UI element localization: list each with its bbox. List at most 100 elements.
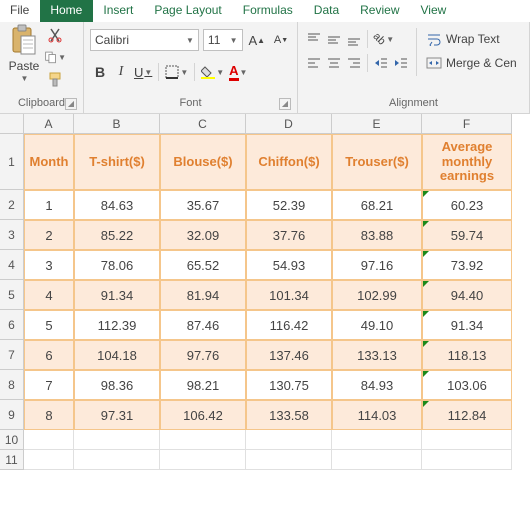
col-header-f[interactable]: F — [422, 114, 512, 134]
cell[interactable]: 91.34 — [422, 310, 512, 340]
col-header-c[interactable]: C — [160, 114, 246, 134]
chevron-down-icon[interactable]: ▼ — [21, 74, 29, 83]
align-middle-button[interactable] — [324, 28, 344, 50]
cell[interactable] — [24, 450, 74, 470]
merge-center-button[interactable]: Merge & Cen — [422, 52, 521, 74]
cell[interactable]: 101.34 — [246, 280, 332, 310]
cut-button[interactable] — [44, 24, 66, 46]
cell[interactable] — [160, 450, 246, 470]
row-header[interactable]: 6 — [0, 310, 24, 340]
cell[interactable]: 114.03 — [332, 400, 422, 430]
cell[interactable] — [422, 430, 512, 450]
align-top-button[interactable] — [304, 28, 324, 50]
tab-view[interactable]: View — [411, 0, 458, 22]
cell-header-month[interactable]: Month — [24, 134, 74, 190]
tab-pagelayout[interactable]: Page Layout — [144, 0, 232, 22]
tab-data[interactable]: Data — [304, 0, 350, 22]
cell-header-blouse[interactable]: Blouse($) — [160, 134, 246, 190]
cell[interactable]: 49.10 — [332, 310, 422, 340]
cell[interactable]: 116.42 — [246, 310, 332, 340]
cell[interactable]: 8 — [24, 400, 74, 430]
cell[interactable]: 103.06 — [422, 370, 512, 400]
cell[interactable] — [332, 430, 422, 450]
cell[interactable]: 98.36 — [74, 370, 160, 400]
format-painter-button[interactable] — [44, 68, 66, 90]
increase-indent-button[interactable] — [391, 52, 411, 74]
cell[interactable]: 4 — [24, 280, 74, 310]
cell-header-tshirt[interactable]: T-shirt($) — [74, 134, 160, 190]
cell-header-trouser[interactable]: Trouser($) — [332, 134, 422, 190]
cell[interactable]: 65.52 — [160, 250, 246, 280]
cell[interactable]: 37.76 — [246, 220, 332, 250]
cell[interactable]: 68.21 — [332, 190, 422, 220]
orientation-button[interactable]: ab▼ — [371, 28, 396, 50]
cell[interactable]: 85.22 — [74, 220, 160, 250]
cell[interactable]: 6 — [24, 340, 74, 370]
cell[interactable]: 59.74 — [422, 220, 512, 250]
row-header[interactable]: 11 — [0, 450, 24, 470]
col-header-a[interactable]: A — [24, 114, 74, 134]
row-header[interactable]: 9 — [0, 400, 24, 430]
font-name-select[interactable]: Calibri▼ — [90, 29, 199, 51]
tab-formulas[interactable]: Formulas — [233, 0, 304, 22]
select-all-corner[interactable] — [0, 114, 24, 134]
row-header[interactable]: 3 — [0, 220, 24, 250]
cell[interactable]: 81.94 — [160, 280, 246, 310]
cell[interactable]: 97.76 — [160, 340, 246, 370]
decrease-indent-button[interactable] — [371, 52, 391, 74]
row-header[interactable]: 1 — [0, 134, 24, 190]
cell[interactable]: 3 — [24, 250, 74, 280]
cell[interactable]: 1 — [24, 190, 74, 220]
cell[interactable]: 32.09 — [160, 220, 246, 250]
borders-button[interactable]: ▼ — [163, 61, 190, 83]
cell[interactable] — [422, 450, 512, 470]
cell[interactable]: 54.93 — [246, 250, 332, 280]
underline-button[interactable]: U▼ — [132, 61, 154, 83]
cell[interactable]: 118.13 — [422, 340, 512, 370]
cell[interactable]: 112.84 — [422, 400, 512, 430]
decrease-font-button[interactable]: A▼ — [271, 29, 291, 51]
tab-home[interactable]: Home — [40, 0, 93, 22]
cell[interactable]: 91.34 — [74, 280, 160, 310]
row-header[interactable]: 10 — [0, 430, 24, 450]
align-center-button[interactable] — [324, 52, 344, 74]
align-left-button[interactable] — [304, 52, 324, 74]
cell[interactable] — [332, 450, 422, 470]
cell[interactable]: 98.21 — [160, 370, 246, 400]
cell[interactable] — [74, 430, 160, 450]
cell[interactable]: 97.16 — [332, 250, 422, 280]
cell[interactable]: 94.40 — [422, 280, 512, 310]
cell[interactable]: 97.31 — [74, 400, 160, 430]
cell[interactable] — [160, 430, 246, 450]
cell[interactable]: 130.75 — [246, 370, 332, 400]
cell[interactable]: 78.06 — [74, 250, 160, 280]
copy-button[interactable]: ▼ — [44, 46, 66, 68]
font-size-select[interactable]: 11▼ — [203, 29, 243, 51]
fill-color-button[interactable]: ▼ — [199, 61, 226, 83]
font-launcher[interactable]: ◢ — [279, 98, 291, 110]
wrap-text-button[interactable]: Wrap Text — [422, 28, 521, 50]
cell[interactable]: 87.46 — [160, 310, 246, 340]
cell[interactable]: 84.63 — [74, 190, 160, 220]
row-header[interactable]: 5 — [0, 280, 24, 310]
cell[interactable]: 104.18 — [74, 340, 160, 370]
increase-font-button[interactable]: A▲ — [247, 29, 267, 51]
cell[interactable]: 52.39 — [246, 190, 332, 220]
cell[interactable] — [246, 430, 332, 450]
paste-button[interactable]: Paste ▼ — [6, 24, 42, 95]
row-header[interactable]: 7 — [0, 340, 24, 370]
cell[interactable] — [74, 450, 160, 470]
cell[interactable]: 84.93 — [332, 370, 422, 400]
bold-button[interactable]: B — [90, 61, 110, 83]
italic-button[interactable]: I — [111, 61, 131, 83]
cell[interactable]: 102.99 — [332, 280, 422, 310]
align-bottom-button[interactable] — [344, 28, 364, 50]
cell[interactable]: 5 — [24, 310, 74, 340]
cell[interactable]: 2 — [24, 220, 74, 250]
cell[interactable]: 106.42 — [160, 400, 246, 430]
row-header[interactable]: 8 — [0, 370, 24, 400]
cell-header-chiffon[interactable]: Chiffon($) — [246, 134, 332, 190]
cell[interactable] — [24, 430, 74, 450]
cell[interactable] — [246, 450, 332, 470]
cell[interactable]: 73.92 — [422, 250, 512, 280]
